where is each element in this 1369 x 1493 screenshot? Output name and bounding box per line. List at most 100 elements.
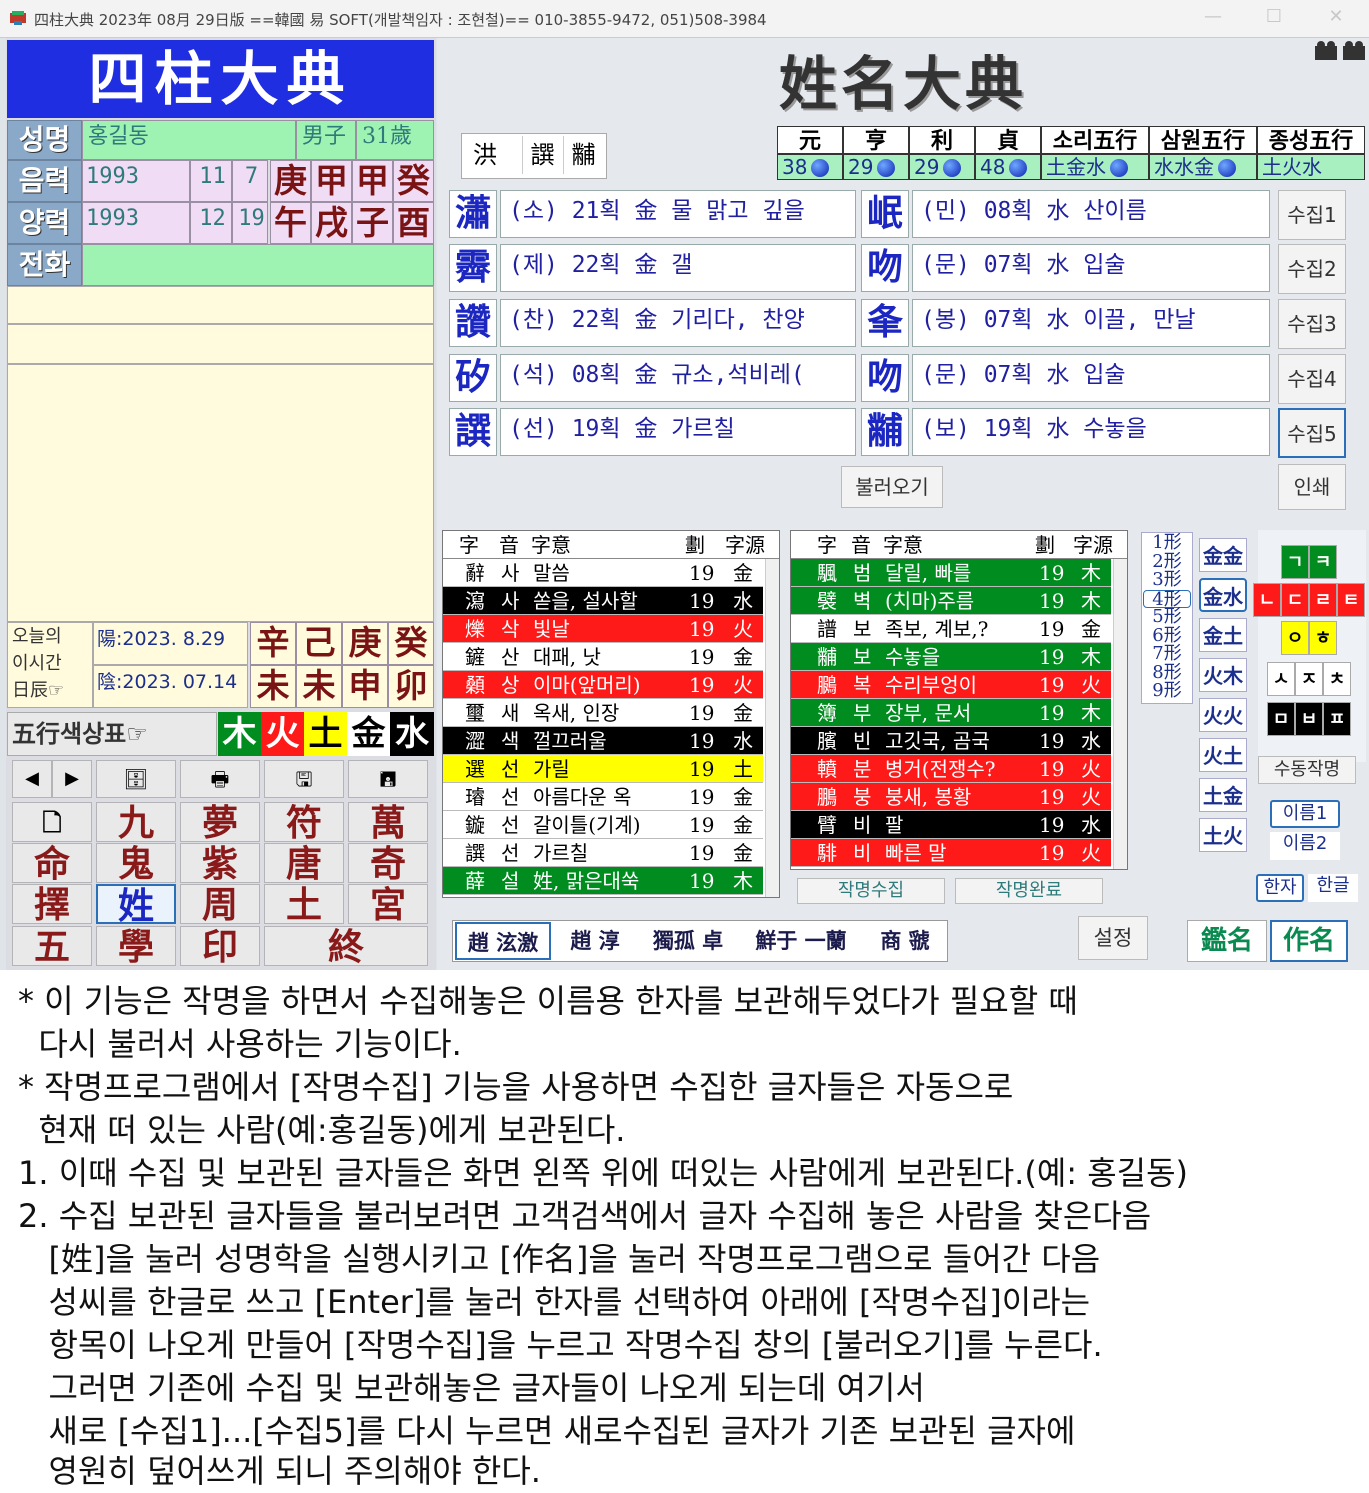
- cabinet-icon[interactable]: 🗄: [96, 760, 176, 798]
- shape-option-7[interactable]: 7形: [1143, 645, 1191, 663]
- table-row[interactable]: 顙 상 이마(앞머리) 19 火: [443, 671, 763, 699]
- collect-button-3[interactable]: 수집3: [1278, 299, 1346, 349]
- table-row[interactable]: 臂 비 팔 19 水: [791, 811, 1111, 839]
- table-row[interactable]: 襞 벽 (치마)주름 19 木: [791, 587, 1111, 615]
- name-field[interactable]: 홍길동: [82, 120, 296, 160]
- jamo-jieut[interactable]: ㅈ: [1295, 662, 1323, 696]
- menu-gi-button[interactable]: 奇: [348, 843, 428, 884]
- gammyeong-button[interactable]: 鑑名: [1187, 920, 1267, 962]
- collect-button-5[interactable]: 수집5: [1278, 408, 1346, 458]
- element-combo-7[interactable]: 土金: [1199, 778, 1247, 812]
- menu-taek-button[interactable]: 擇: [12, 884, 92, 925]
- name2-button[interactable]: 이름2: [1270, 832, 1340, 860]
- film-reel-icon[interactable]: [1313, 40, 1367, 62]
- table-row[interactable]: 騑 비 빠른 말 19 火: [791, 839, 1111, 867]
- hanja-table-2[interactable]: 字 音 字意 劃 字源 颿 범 달릴, 빠를 19 木 襞 벽 (치마)주름 1…: [790, 530, 1128, 870]
- collect-button-4[interactable]: 수집4: [1278, 354, 1346, 404]
- recent-name-4[interactable]: 鮮于 一蘭: [740, 922, 862, 960]
- element-combo-1[interactable]: 金金: [1199, 538, 1247, 572]
- table-row[interactable]: 簿 부 장부, 문서 19 木: [791, 699, 1111, 727]
- jamo-siot[interactable]: ㅅ: [1267, 662, 1295, 696]
- memo-line-1[interactable]: [7, 286, 434, 324]
- surname-char-1[interactable]: 洪: [465, 136, 505, 174]
- recent-name-3[interactable]: 獨孤 卓: [640, 922, 736, 960]
- new-document-icon[interactable]: 🗋: [12, 802, 92, 842]
- jamo-digeut[interactable]: ㄷ: [1281, 583, 1309, 617]
- table-row[interactable]: 轒 분 병거(전쟁수? 19 火: [791, 755, 1111, 783]
- given-hanja[interactable]: 夆: [861, 299, 909, 347]
- manual-naming-button[interactable]: 수동작명: [1258, 756, 1356, 784]
- element-combo-5[interactable]: 火火: [1199, 698, 1247, 732]
- jakmyeong-done-button[interactable]: 작명완료: [955, 878, 1103, 904]
- surname-hanja[interactable]: 譔: [449, 408, 497, 456]
- table-row[interactable]: 鵩 복 수리부엉이 19 火: [791, 671, 1111, 699]
- phone-field[interactable]: [82, 244, 434, 286]
- lunar-year[interactable]: 1993: [82, 160, 190, 202]
- given-hanja[interactable]: 吻: [861, 354, 909, 402]
- shape-option-8[interactable]: 8形: [1143, 663, 1191, 682]
- hangul-toggle[interactable]: 한글: [1308, 874, 1358, 902]
- shape-option-3[interactable]: 3形: [1143, 571, 1191, 589]
- menu-dang-button[interactable]: 唐: [264, 843, 344, 884]
- shape-option-1[interactable]: 1形: [1143, 534, 1191, 552]
- jamo-mieum[interactable]: ㅁ: [1267, 702, 1295, 736]
- menu-o-button[interactable]: 五: [12, 926, 92, 967]
- settings-button[interactable]: 설정: [1078, 916, 1148, 960]
- menu-ju-button[interactable]: 周: [180, 884, 260, 925]
- load-button[interactable]: 불러오기: [841, 466, 943, 508]
- menu-seong-button[interactable]: 姓: [96, 884, 176, 926]
- table-row[interactable]: 鏇 선 갈이틀(기계) 19 金: [443, 811, 763, 839]
- menu-mong-button[interactable]: 夢: [180, 802, 260, 843]
- solar-year[interactable]: 1993: [82, 202, 190, 244]
- jamo-bieup[interactable]: ㅂ: [1295, 702, 1323, 736]
- table-row[interactable]: 辭 사 말씀 19 金: [443, 559, 763, 587]
- table-row[interactable]: 璽 새 옥새, 인장 19 金: [443, 699, 763, 727]
- surname-hanja[interactable]: 瀟: [449, 190, 497, 238]
- table-row[interactable]: 颿 범 달릴, 빠를 19 木: [791, 559, 1111, 587]
- print-setup-icon[interactable]: 🖪: [348, 760, 428, 798]
- jamo-giyeok[interactable]: ㄱ: [1281, 545, 1309, 579]
- solar-day[interactable]: 19: [232, 202, 268, 244]
- minimize-button[interactable]: —: [1193, 6, 1233, 32]
- prev-button[interactable]: ◀: [12, 760, 52, 798]
- given-hanja[interactable]: 黼: [861, 408, 909, 456]
- collect-button-2[interactable]: 수집2: [1278, 244, 1346, 294]
- given-hanja[interactable]: 岷: [861, 190, 909, 238]
- lunar-day[interactable]: 7: [232, 160, 268, 202]
- menu-hak-button[interactable]: 學: [96, 926, 176, 967]
- save-disk-icon[interactable]: 🖫: [264, 760, 344, 798]
- element-combo-4[interactable]: 火木: [1199, 658, 1247, 692]
- surname-hanja[interactable]: 讚: [449, 299, 497, 347]
- element-combo-2[interactable]: 金水: [1199, 578, 1247, 612]
- hanja-table-1[interactable]: 字 音 字意 劃 字源 辭 사 말씀 19 金 瀉 사 쏟을, 설사할 19 水…: [442, 530, 780, 898]
- collect-button-1[interactable]: 수집1: [1278, 190, 1346, 240]
- memo-line-2[interactable]: [7, 324, 434, 364]
- menu-to-button[interactable]: 土: [264, 884, 344, 925]
- shape-option-5[interactable]: 5形: [1143, 608, 1191, 626]
- close-button[interactable]: ✕: [1316, 6, 1356, 32]
- shape-option-2[interactable]: 2形: [1143, 552, 1191, 571]
- menu-in-button[interactable]: 印: [180, 926, 260, 967]
- surname-hanja[interactable]: 霽: [449, 244, 497, 292]
- table-row[interactable]: 選 선 가릴 19 土: [443, 755, 763, 783]
- element-combo-6[interactable]: 火土: [1199, 738, 1247, 772]
- shape-option-9[interactable]: 9形: [1143, 682, 1191, 700]
- print-button[interactable]: 인쇄: [1278, 464, 1346, 510]
- shape-option-6[interactable]: 6形: [1143, 626, 1191, 645]
- element-combo-3[interactable]: 金土: [1199, 618, 1247, 652]
- surname-char-2[interactable]: 譔: [522, 136, 562, 174]
- jamo-pieup[interactable]: ㅍ: [1323, 702, 1351, 736]
- jamo-rieul[interactable]: ㄹ: [1309, 583, 1337, 617]
- jamo-hieut[interactable]: ㅎ: [1309, 621, 1337, 655]
- lunar-month[interactable]: 11: [190, 160, 232, 202]
- recent-name-5[interactable]: 商 虢: [866, 922, 944, 960]
- table-1-scrollbar[interactable]: [765, 559, 779, 897]
- memo-area[interactable]: [7, 364, 434, 622]
- table-row[interactable]: 黼 보 수놓을 19 木: [791, 643, 1111, 671]
- menu-bu-button[interactable]: 符: [264, 802, 344, 843]
- table-row[interactable]: 譜 보 족보, 계보,? 19 金: [791, 615, 1111, 643]
- jamo-nieun[interactable]: ㄴ: [1253, 583, 1281, 617]
- surname-hanja[interactable]: 矽: [449, 354, 497, 402]
- menu-man-button[interactable]: 萬: [348, 802, 428, 843]
- menu-gu-button[interactable]: 九: [96, 802, 176, 843]
